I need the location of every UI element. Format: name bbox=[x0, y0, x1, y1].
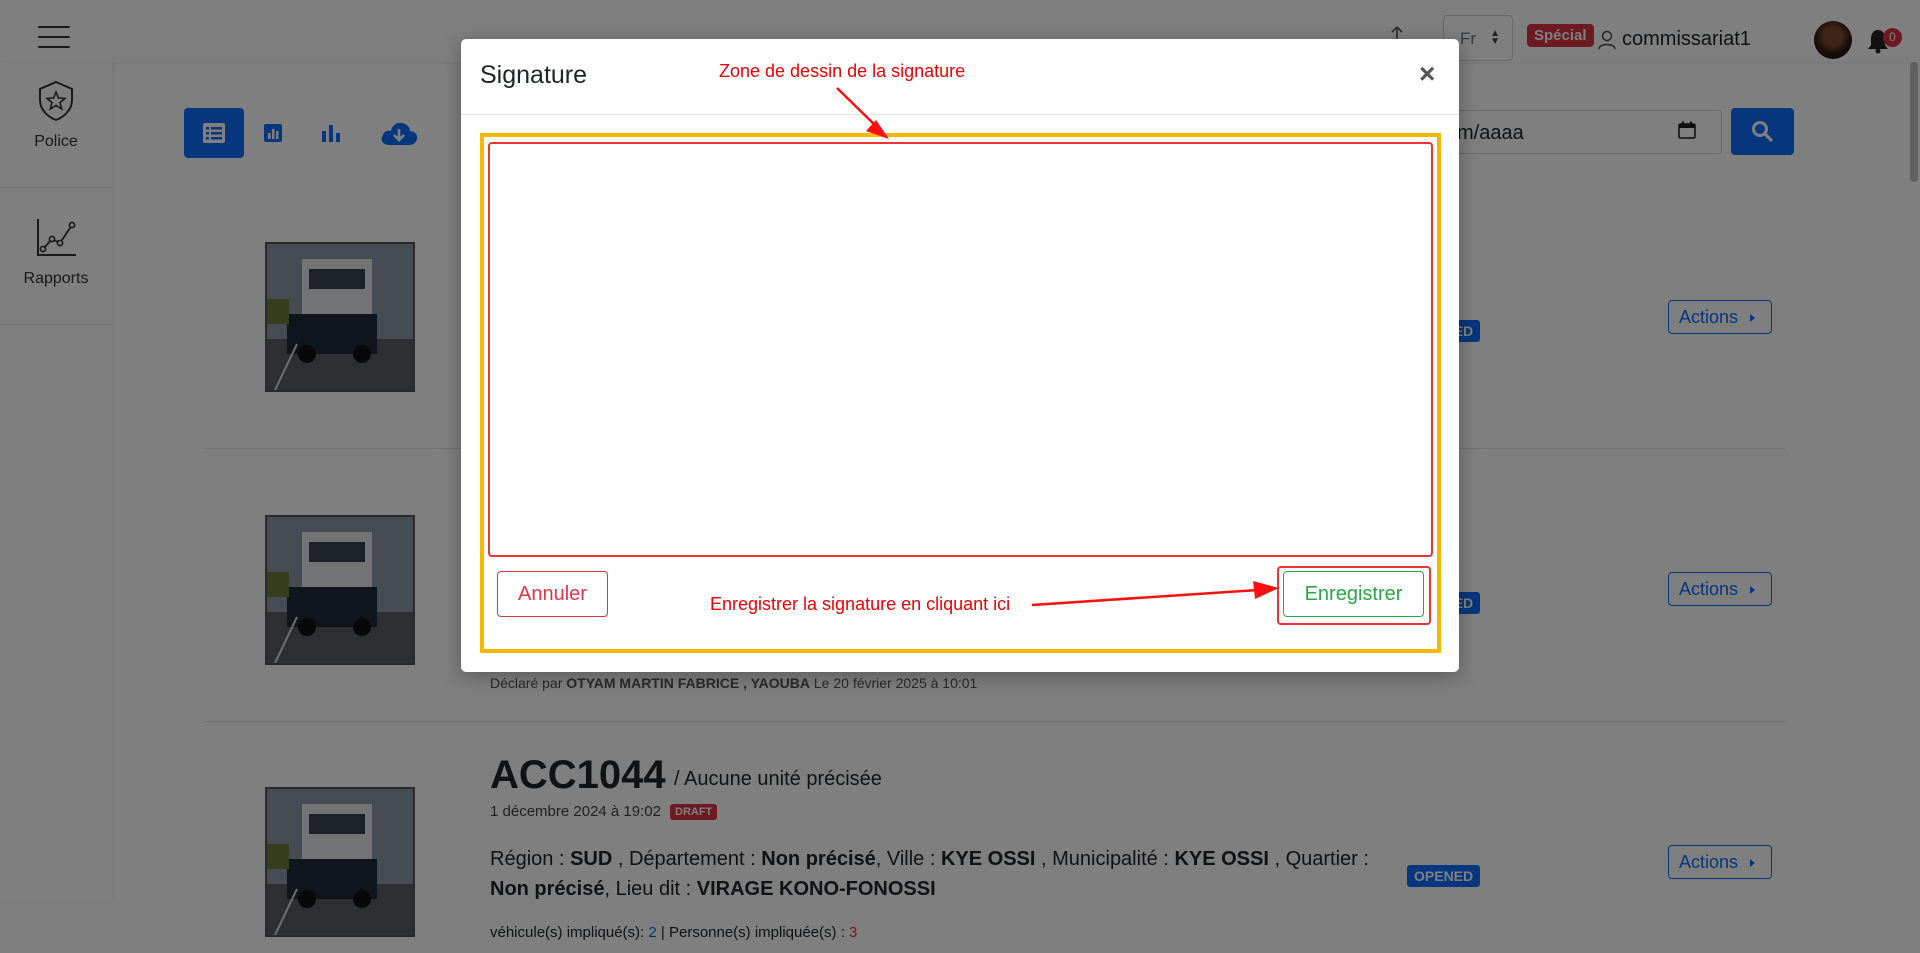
cancel-button[interactable]: Annuler bbox=[497, 571, 608, 617]
signature-canvas[interactable] bbox=[488, 142, 1433, 557]
modal-title: Signature bbox=[480, 61, 588, 89]
signature-modal: Signature × Zone de dessin de la signatu… bbox=[461, 39, 1459, 672]
save-button[interactable]: Enregistrer bbox=[1283, 571, 1424, 617]
close-icon[interactable]: × bbox=[1419, 59, 1435, 89]
annotation-save-hint: Enregistrer la signature en cliquant ici bbox=[710, 594, 1011, 614]
annotation-drawing-zone: Zone de dessin de la signature bbox=[719, 61, 966, 81]
